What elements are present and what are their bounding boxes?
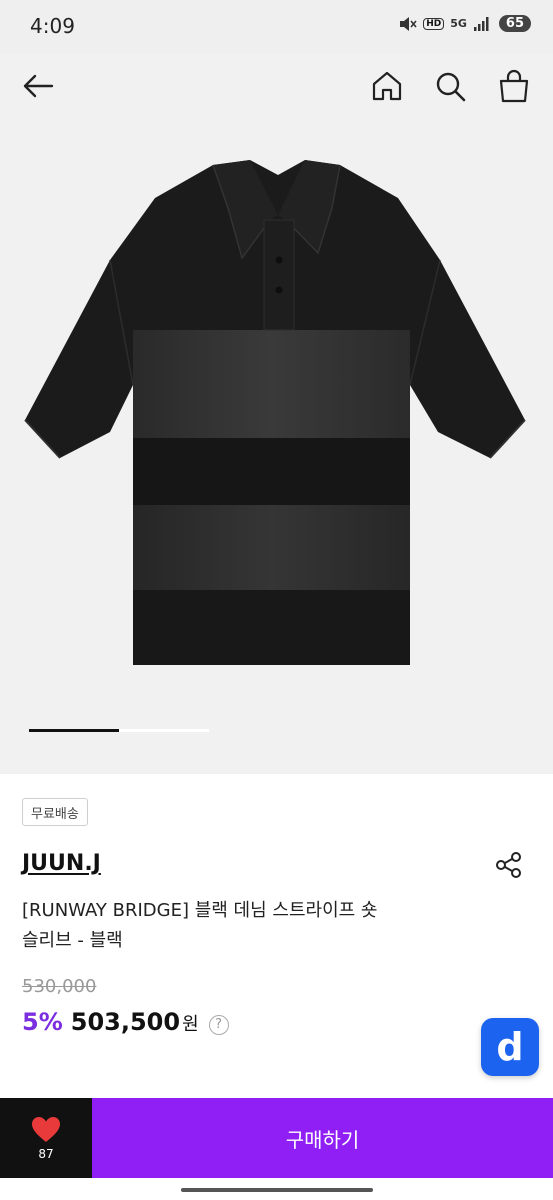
network-label: 5G [450,17,467,30]
help-icon[interactable]: ? [208,1014,229,1035]
arrow-left-icon [23,74,54,98]
sale-price: 503,500 [70,1008,181,1036]
bottom-action-bar: 87 구매하기 [0,1098,553,1178]
share-icon [496,852,521,878]
currency-unit: 원 [182,1014,199,1035]
status-icons: HD 5G 65 [399,15,531,32]
discount-rate: 5% [22,1008,63,1036]
mute-icon [400,16,417,31]
home-button[interactable] [369,68,405,104]
heart-icon [32,1116,60,1142]
share-button[interactable] [494,850,524,880]
system-nav-bar [0,1178,553,1200]
product-image [24,160,526,665]
product-title-line-1: [RUNWAY BRIDGE] 블랙 데님 스트라이프 숏 [22,900,378,921]
carousel-indicator [29,729,209,732]
like-count: 87 [38,1146,54,1161]
floating-d-button[interactable]: d [481,1018,539,1076]
brand-link[interactable]: JUUN.J [22,851,101,876]
free-shipping-badge: 무료배송 [22,798,88,826]
home-icon [372,71,402,101]
status-time: 4:09 [30,14,75,38]
price-row: 5% 503,500 원 ? [22,1008,229,1037]
product-title-line-2: 슬리브 - 블랙 [22,930,123,951]
status-bar: 4:09 HD 5G 65 [0,0,553,54]
original-price: 530,000 [22,976,97,997]
carousel-active-segment [29,729,119,732]
product-image-gallery[interactable] [0,120,553,774]
hd-badge: HD [423,17,445,30]
search-button[interactable] [432,68,468,104]
shopping-bag-icon [499,69,529,103]
product-title: [RUNWAY BRIDGE] 블랙 데님 스트라이프 숏 슬리브 - 블랙 [22,896,452,956]
buy-button[interactable]: 구매하기 [92,1098,553,1178]
like-button[interactable]: 87 [0,1098,92,1178]
home-indicator[interactable] [181,1188,373,1192]
back-button[interactable] [20,68,56,104]
battery-indicator: 65 [498,15,531,32]
product-info: 무료배송 JUUN.J [RUNWAY BRIDGE] 블랙 데님 스트라이프 … [0,774,553,1098]
search-icon [436,72,466,102]
app-header [0,54,553,120]
cart-button[interactable] [496,68,532,104]
signal-icon [473,16,489,31]
